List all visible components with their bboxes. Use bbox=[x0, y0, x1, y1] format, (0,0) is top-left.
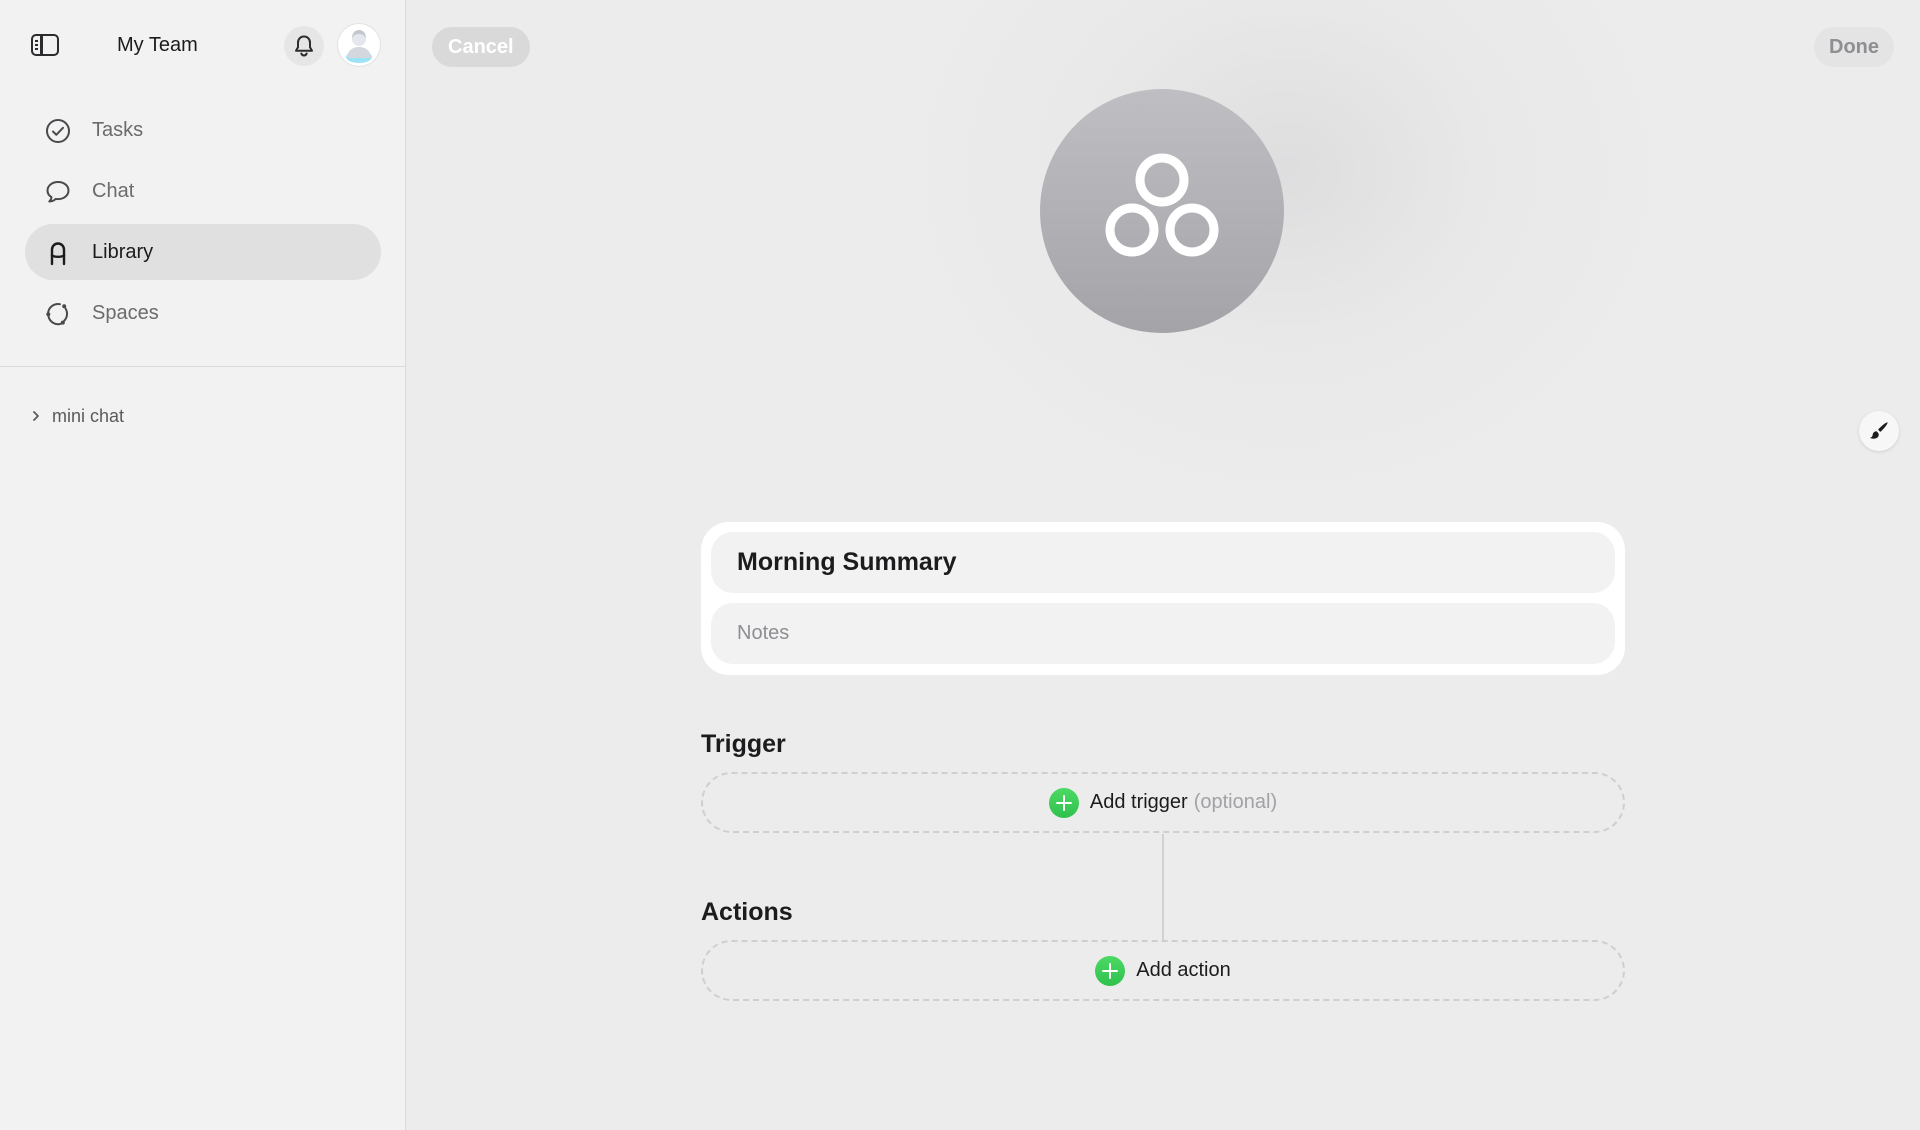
sidebar-header: My Team bbox=[0, 0, 406, 92]
add-action-label: Add action bbox=[1136, 959, 1231, 981]
sidebar-item-library[interactable]: Library bbox=[25, 224, 381, 280]
sidebar-item-chat[interactable]: Chat bbox=[25, 163, 381, 219]
bell-icon bbox=[295, 35, 313, 57]
add-action-button[interactable]: Add action bbox=[701, 940, 1625, 1001]
trigger-heading: Trigger bbox=[701, 730, 786, 758]
add-trigger-label: Add trigger bbox=[1089, 791, 1188, 813]
plus-circle-icon bbox=[1048, 787, 1079, 818]
shortcut-details-card: Morning Summary Notes bbox=[701, 522, 1625, 675]
mini-chat-disclosure[interactable]: mini chat bbox=[30, 404, 124, 428]
sidebar-item-label: Spaces bbox=[92, 301, 159, 324]
avatar[interactable] bbox=[338, 24, 380, 66]
plus-circle-icon bbox=[1095, 955, 1126, 986]
sidebar-item-label: Tasks bbox=[92, 118, 144, 141]
spaces-icon bbox=[46, 303, 68, 326]
customize-appearance-button[interactable] bbox=[1859, 411, 1899, 451]
sidebar-item-label: Chat bbox=[92, 179, 135, 202]
mini-chat-label: mini chat bbox=[52, 405, 125, 426]
done-button[interactable]: Done bbox=[1814, 27, 1894, 67]
flow-connector bbox=[1162, 834, 1164, 940]
cancel-button[interactable]: Cancel bbox=[432, 27, 530, 67]
sidebar-divider bbox=[0, 366, 406, 367]
notes-field[interactable]: Notes bbox=[711, 603, 1615, 664]
chat-bubble-icon bbox=[46, 181, 70, 203]
library-icon bbox=[50, 242, 66, 266]
shortcut-editor: Cancel Done Morning Summary Notes Trigge… bbox=[406, 0, 1920, 1130]
shortcuts-three-circles-icon bbox=[1105, 153, 1219, 257]
sidebar-nav: Tasks Chat Library Spaces bbox=[25, 102, 381, 346]
team-title[interactable]: My Team bbox=[117, 34, 198, 57]
actions-heading: Actions bbox=[701, 898, 793, 926]
notifications-button[interactable] bbox=[284, 26, 324, 66]
checkmark-circle-icon bbox=[46, 119, 70, 143]
sidebar-item-label: Library bbox=[92, 240, 154, 263]
icon-glow bbox=[882, 0, 1692, 520]
chevron-right-icon bbox=[33, 411, 39, 421]
add-trigger-button[interactable]: Add trigger (optional) bbox=[701, 772, 1625, 833]
paintbrush-icon bbox=[1870, 422, 1888, 439]
sidebar-item-spaces[interactable]: Spaces bbox=[25, 285, 381, 341]
shortcut-title-field[interactable]: Morning Summary bbox=[711, 532, 1615, 593]
optional-label: (optional) bbox=[1193, 791, 1278, 813]
app-window: My Team Tasks Chat Library Spaces mini c… bbox=[0, 0, 1920, 1130]
shortcut-icon[interactable] bbox=[1040, 89, 1284, 333]
sidebar: My Team Tasks Chat Library Spaces mini c… bbox=[0, 0, 406, 1130]
sidebar-toggle-icon[interactable] bbox=[31, 34, 59, 56]
sidebar-item-tasks[interactable]: Tasks bbox=[25, 102, 381, 158]
user-avatar-icon bbox=[346, 30, 372, 63]
